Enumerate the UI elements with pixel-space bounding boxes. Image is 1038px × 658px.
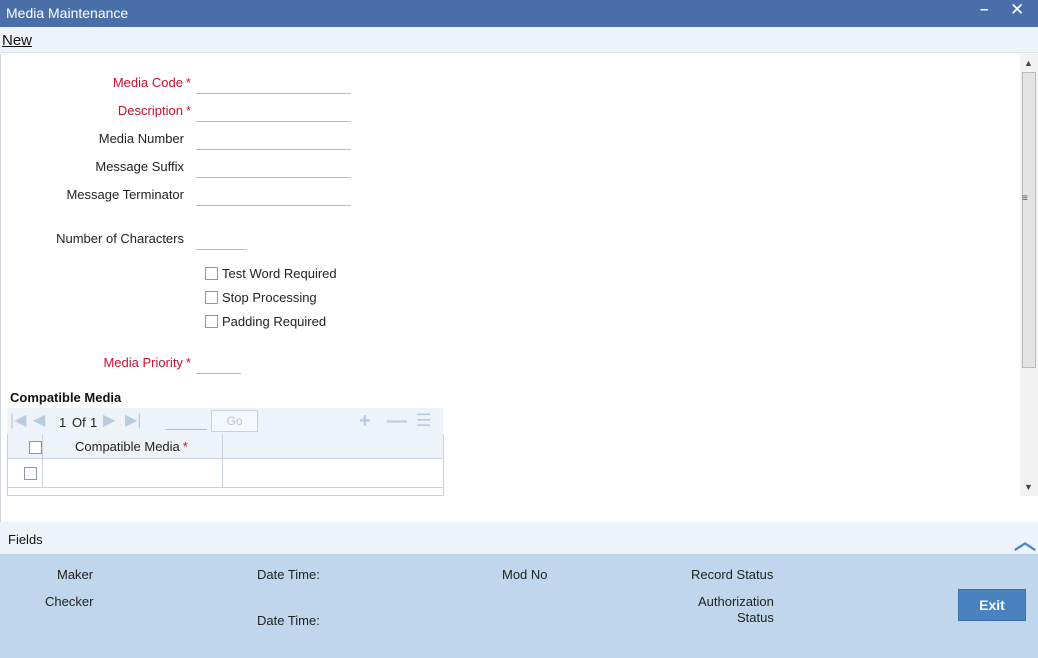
- close-icon[interactable]: ✕: [1010, 0, 1024, 20]
- go-button[interactable]: Go: [211, 410, 258, 432]
- fields-label[interactable]: Fields: [8, 532, 43, 547]
- grid-divider: [42, 434, 43, 488]
- checkbox-box[interactable]: [205, 267, 218, 280]
- add-row-icon[interactable]: +: [359, 411, 371, 431]
- required-marker: *: [185, 355, 191, 370]
- chevron-up-icon[interactable]: ︿: [1014, 524, 1036, 556]
- stop-processing-checkbox[interactable]: Stop Processing: [205, 290, 317, 308]
- required-marker: *: [182, 439, 188, 454]
- message-terminator-label: Message Terminator: [66, 187, 184, 202]
- authorization-label: Authorization: [698, 594, 774, 609]
- first-page-icon[interactable]: |◀: [10, 413, 26, 429]
- row-select-checkbox[interactable]: [24, 467, 37, 480]
- required-marker: *: [185, 103, 191, 118]
- grid-toolbar: |◀ ◀ 1 Of 1 ▶ ▶| Go + — ☰: [7, 408, 443, 434]
- exit-button[interactable]: Exit: [958, 589, 1026, 621]
- media-code-label: Media Code *: [112, 75, 191, 90]
- media-number-input[interactable]: [196, 128, 351, 150]
- compatible-media-section-title: Compatible Media: [10, 390, 122, 405]
- title-bar: Media Maintenance – ✕: [0, 0, 1038, 27]
- mod-no-label: Mod No: [502, 567, 548, 582]
- last-page-icon[interactable]: ▶|: [125, 413, 141, 429]
- scroll-down-icon[interactable]: ▼: [1024, 482, 1033, 492]
- padding-required-label: Padding Required: [222, 314, 327, 329]
- maker-label: Maker: [57, 567, 94, 582]
- grid-header: Compatible Media *: [8, 434, 443, 459]
- description-label: Description *: [117, 103, 191, 118]
- test-word-required-label: Test Word Required: [222, 266, 337, 281]
- compatible-media-grid: Compatible Media *: [7, 434, 444, 496]
- menu-bar: New: [0, 27, 1038, 53]
- media-number-label: Media Number: [98, 131, 184, 146]
- media-code-input[interactable]: [196, 72, 351, 94]
- main-form: Media Code * Description * Media Number Me…: [0, 54, 1020, 522]
- scroll-thumb[interactable]: [1022, 72, 1036, 368]
- authorization-status-label: Status: [737, 610, 774, 625]
- grid-divider: [222, 434, 223, 488]
- fields-bar: Fields ︿: [0, 522, 1038, 554]
- description-input[interactable]: [196, 100, 351, 122]
- message-suffix-input[interactable]: [196, 156, 351, 178]
- compatible-media-input[interactable]: [48, 461, 218, 485]
- new-link[interactable]: New: [2, 32, 32, 49]
- pager-of-label: Of: [72, 415, 86, 430]
- window-title: Media Maintenance: [6, 5, 129, 21]
- number-of-characters-label: Number of Characters: [56, 231, 184, 246]
- maker-date-time-label: Date Time:: [257, 567, 320, 582]
- media-priority-input[interactable]: [196, 352, 241, 374]
- pager-total: 1: [90, 415, 98, 430]
- stop-processing-label: Stop Processing: [222, 290, 317, 305]
- pager-current: 1: [59, 415, 67, 430]
- page-number-input[interactable]: [165, 412, 207, 430]
- prev-page-icon[interactable]: ◀: [33, 413, 45, 429]
- message-terminator-input[interactable]: [196, 184, 351, 206]
- media-priority-label: Media Priority *: [103, 355, 191, 370]
- number-of-characters-input[interactable]: [196, 228, 247, 250]
- checkbox-box[interactable]: [205, 315, 218, 328]
- scroll-up-icon[interactable]: ▲: [1024, 58, 1033, 68]
- checker-label: Checker: [45, 594, 94, 609]
- padding-required-checkbox[interactable]: Padding Required: [205, 314, 326, 332]
- single-view-icon[interactable]: ☰: [416, 411, 431, 431]
- minimize-icon[interactable]: –: [980, 1, 988, 18]
- audit-footer: Maker Checker Date Time: Date Time: Mod …: [0, 554, 1038, 658]
- record-status-label: Record Status: [691, 567, 774, 582]
- select-all-checkbox[interactable]: [29, 441, 42, 454]
- next-page-icon[interactable]: ▶: [103, 413, 115, 429]
- test-word-required-checkbox[interactable]: Test Word Required: [205, 266, 337, 284]
- checker-date-time-label: Date Time:: [257, 613, 320, 628]
- table-row: [8, 459, 443, 488]
- message-suffix-label: Message Suffix: [95, 159, 184, 174]
- vertical-scrollbar[interactable]: ▲ ≡ ▼: [1020, 54, 1038, 496]
- column-header-compatible-media: Compatible Media *: [75, 439, 188, 454]
- required-marker: *: [185, 75, 191, 90]
- delete-row-icon[interactable]: —: [387, 411, 407, 431]
- scroll-grip-icon: ≡: [1022, 193, 1028, 204]
- checkbox-box[interactable]: [205, 291, 218, 304]
